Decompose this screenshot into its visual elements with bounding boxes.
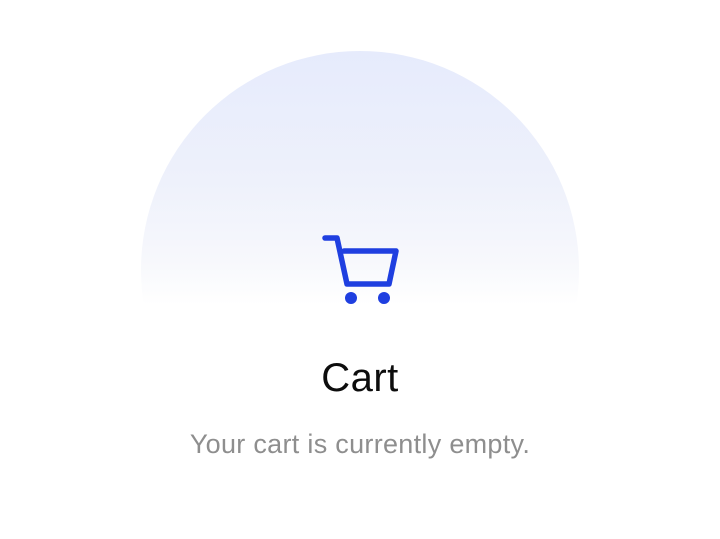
- empty-state-title: Cart: [321, 356, 399, 400]
- empty-cart-screen: Cart Your cart is currently empty.: [0, 0, 720, 539]
- cart-icon: [322, 235, 399, 304]
- empty-state-message: Your cart is currently empty.: [189, 429, 531, 459]
